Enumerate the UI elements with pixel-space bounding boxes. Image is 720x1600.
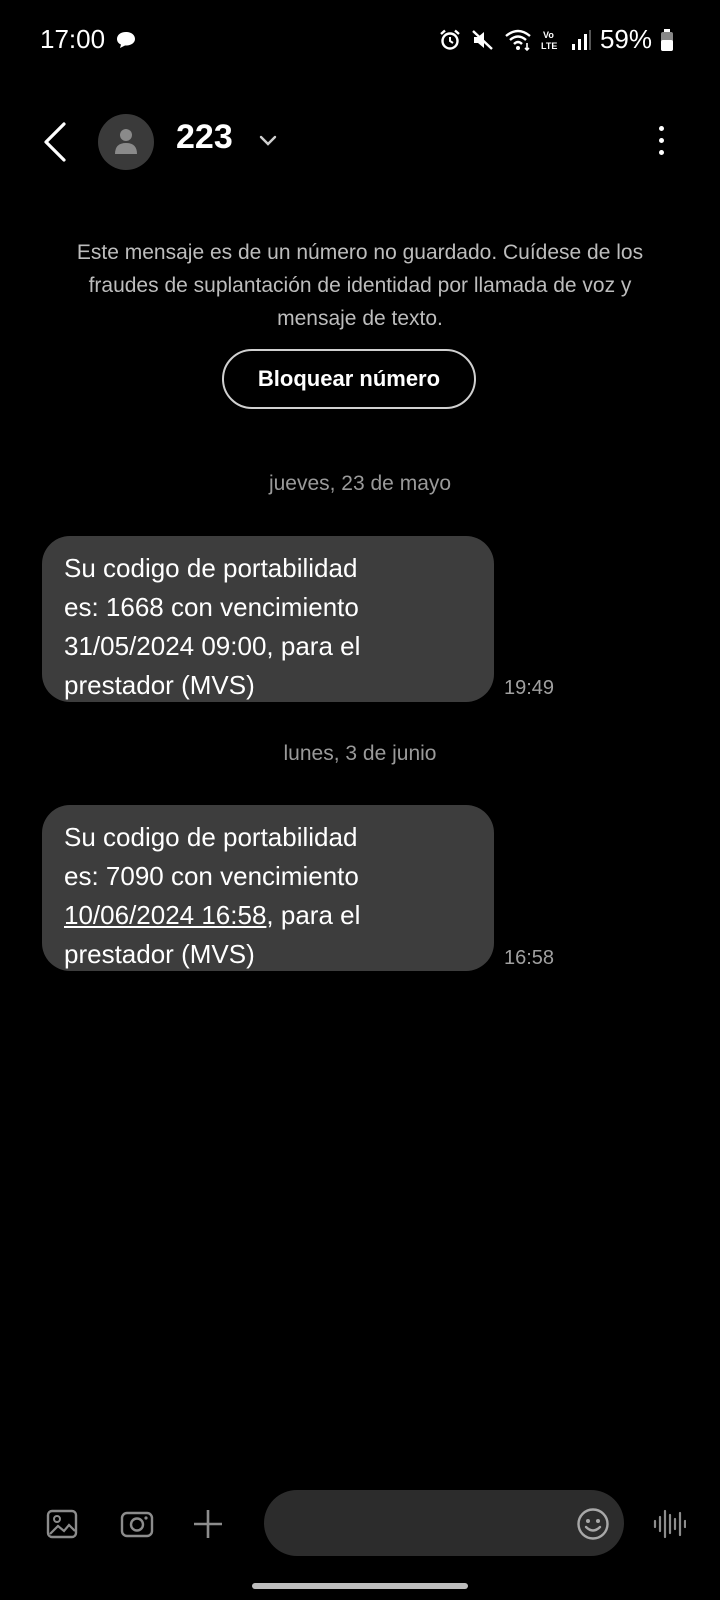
message-line: es: 7090 con vencimiento — [64, 861, 359, 891]
message-text: , para el — [266, 900, 361, 930]
status-icons: Vo LTE 59% — [438, 24, 674, 55]
chevron-down-icon[interactable] — [258, 134, 278, 148]
status-bar: 17:00 Vo LTE 59% — [0, 0, 720, 80]
date-link[interactable]: 10/06/2024 16:58 — [64, 900, 266, 930]
message-bubble[interactable]: Su codigo de portabilidad es: 1668 con v… — [42, 536, 494, 702]
more-options-icon[interactable] — [656, 126, 666, 160]
message-bubble[interactable]: Su codigo de portabilidad es: 7090 con v… — [42, 805, 494, 971]
svg-text:LTE: LTE — [541, 41, 557, 51]
emoji-icon[interactable] — [576, 1507, 610, 1541]
home-indicator[interactable] — [252, 1583, 468, 1589]
battery-icon — [661, 28, 673, 51]
volte-icon: Vo LTE — [541, 30, 557, 51]
avatar[interactable] — [98, 114, 154, 170]
chat-bubble-icon — [117, 32, 135, 48]
message-time: 16:58 — [504, 947, 555, 969]
date-separator: lunes, 3 de junio — [283, 742, 437, 765]
message-time: 19:49 — [504, 677, 555, 699]
unsaved-number-warning: Este mensaje es de un número no guardado… — [76, 241, 644, 330]
svg-text:Vo: Vo — [543, 30, 554, 40]
conversation-header: 223 — [0, 100, 720, 184]
voice-input-icon[interactable] — [652, 1507, 686, 1541]
alarm-icon — [440, 29, 460, 50]
status-time: 17:00 — [40, 24, 106, 54]
message-line: Su codigo de portabilidad — [64, 553, 358, 583]
message-line: Su codigo de portabilidad — [64, 822, 358, 852]
battery-percent: 59% — [599, 24, 652, 54]
contact-name[interactable]: 223 — [176, 118, 233, 157]
message-line: 31/05/2024 09:00, para el — [64, 631, 361, 661]
mute-icon — [472, 29, 493, 50]
signal-icon — [571, 29, 591, 50]
date-separator: jueves, 23 de mayo — [268, 472, 452, 495]
message-line: prestador (MVS) — [64, 670, 255, 700]
block-number-button[interactable]: Bloquear número — [222, 349, 476, 409]
camera-icon[interactable] — [120, 1508, 154, 1540]
message-input[interactable] — [264, 1490, 624, 1556]
message-line: prestador (MVS) — [64, 939, 255, 969]
message-line: es: 1668 con vencimiento — [64, 592, 359, 622]
person-icon — [115, 129, 137, 154]
wifi-icon — [505, 29, 531, 51]
message-line: 10/06/2024 16:58, para el — [64, 896, 474, 935]
back-arrow-icon[interactable] — [38, 120, 72, 164]
gallery-icon[interactable] — [46, 1508, 78, 1540]
plus-icon[interactable] — [192, 1508, 224, 1540]
